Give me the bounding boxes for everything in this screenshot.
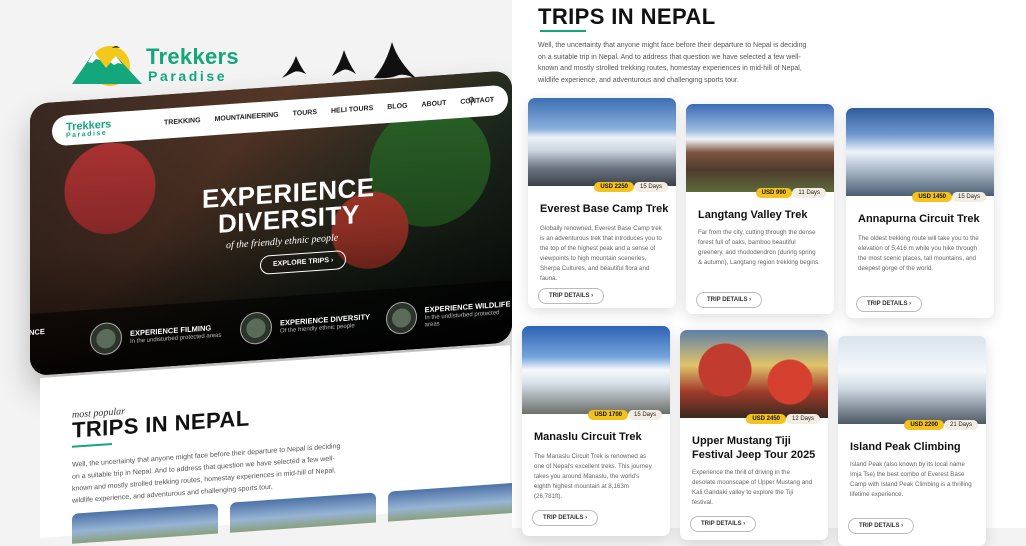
feature-item[interactable]: EXPERIENCE DIVERSITY Of the friendly ethn… xyxy=(240,304,370,346)
trip-details-button[interactable]: TRIP DETAILS › xyxy=(690,516,757,532)
trip-card[interactable]: USD 990 11 Days Langtang Valley Trek Far… xyxy=(686,104,834,314)
trip-details-button[interactable]: TRIP DETAILS › xyxy=(538,288,605,304)
popular-section-left: most popular TRIPS IN NEPAL Well, the un… xyxy=(40,345,534,544)
price-badge: USD 990 xyxy=(755,188,792,198)
trip-image xyxy=(680,330,828,418)
price-badge: USD 1700 xyxy=(588,410,628,420)
trip-image xyxy=(686,104,834,192)
feature-thumb-icon xyxy=(90,321,122,356)
trips-page: TRIPS IN NEPAL Well, the uncertainty tha… xyxy=(512,0,1026,546)
trip-description: The Manaslu Circuit Trek is renowned as … xyxy=(534,453,652,500)
nav-item-mountaineering[interactable]: MOUNTAINEERING xyxy=(215,112,279,123)
trip-details-button[interactable]: TRIP DETAILS › xyxy=(532,510,599,526)
days-badge: 15 Days xyxy=(633,182,668,192)
search-icon[interactable]: ⚲ xyxy=(468,96,475,108)
trip-description: Island Peak (also known by its local nam… xyxy=(850,461,972,498)
trip-card[interactable]: USD 2450 12 Days Upper Mustang Tiji Fest… xyxy=(680,330,828,540)
nav-item-trekking[interactable]: TREKKING xyxy=(164,117,201,127)
trip-image xyxy=(522,326,670,414)
section-title: TRIPS IN NEPAL xyxy=(538,4,716,29)
nav-item-heli-tours[interactable]: HELI TOURS xyxy=(331,105,373,115)
days-badge: 21 Days xyxy=(943,420,978,430)
price-badge: USD 2200 xyxy=(904,420,944,430)
trip-details-button[interactable]: TRIP DETAILS › xyxy=(696,292,763,308)
section-description: Well, the uncertainty that anyone might … xyxy=(538,42,807,84)
price-badge: USD 1450 xyxy=(912,192,952,202)
trip-description: Globally renowned, Everest Base Camp tre… xyxy=(540,225,662,282)
mountain-logo-icon xyxy=(72,46,142,86)
days-badge: 15 Days xyxy=(951,192,986,202)
days-badge: 15 Days xyxy=(627,410,662,420)
trip-card[interactable]: USD 1450 15 Days Annapurna Circuit Trek … xyxy=(846,108,994,318)
brand-name-top: Trekkers xyxy=(146,44,239,69)
nav-item-blog[interactable]: BLOG xyxy=(387,103,407,111)
trip-title[interactable]: Annapurna Circuit Trek xyxy=(858,212,988,226)
days-badge: 11 Days xyxy=(792,188,826,198)
navbar-logo[interactable]: Trekkers Paradise xyxy=(66,118,111,139)
trip-thumb[interactable] xyxy=(230,492,376,533)
brand-name-bottom: Paradise xyxy=(148,68,228,84)
hero-section: Trekkers Paradise TREKKING MOUNTAINEERIN… xyxy=(30,70,512,376)
trip-card[interactable]: USD 2200 21 Days Island Peak Climbing Is… xyxy=(838,336,986,546)
trip-description: The oldest trekking route will take you … xyxy=(858,235,979,272)
title-underline xyxy=(540,30,586,32)
trip-title[interactable]: Island Peak Climbing xyxy=(850,440,980,454)
nav-item-about[interactable]: ABOUT xyxy=(421,100,446,109)
title-underline xyxy=(72,442,112,448)
trip-card[interactable]: USD 1700 15 Days Manaslu Circuit Trek Th… xyxy=(522,326,670,536)
trip-thumb[interactable] xyxy=(72,503,218,544)
trip-details-button[interactable]: TRIP DETAILS › xyxy=(856,296,923,312)
feature-thumb-icon xyxy=(386,300,417,336)
trip-image xyxy=(528,98,676,186)
price-badge: USD 2450 xyxy=(746,414,786,424)
trip-details-button[interactable]: TRIP DETAILS › xyxy=(848,518,915,534)
days-badge: 12 Days xyxy=(785,414,820,424)
feature-thumb-icon xyxy=(240,311,272,346)
feature-edge-text: ENCE xyxy=(30,326,45,338)
trip-title[interactable]: Manaslu Circuit Trek xyxy=(534,430,664,444)
price-badge: USD 2250 xyxy=(594,182,634,192)
trip-image xyxy=(838,336,986,424)
nav-item-tours[interactable]: TOURS xyxy=(293,109,317,118)
trip-image xyxy=(846,108,994,196)
hero-title: EXPERIENCE DIVERSITY xyxy=(202,171,375,239)
trip-card[interactable]: USD 2250 15 Days Everest Base Camp Trek … xyxy=(528,98,676,308)
trip-description: Far from the city, cutting through the d… xyxy=(698,229,820,266)
more-icon[interactable]: ⋯ xyxy=(484,95,494,107)
trip-description: Experience the thrill of driving in the … xyxy=(692,469,813,506)
feature-item[interactable]: EXPERIENCE WILDLIFE In the undisturbed pr… xyxy=(386,294,512,336)
trip-title[interactable]: Upper Mustang Tiji Festival Jeep Tour 20… xyxy=(692,434,822,462)
trip-title[interactable]: Langtang Valley Trek xyxy=(698,208,828,222)
trip-title[interactable]: Everest Base Camp Trek xyxy=(540,202,670,216)
feature-item[interactable]: EXPERIENCE FILMING In the undisturbed pro… xyxy=(90,315,221,356)
